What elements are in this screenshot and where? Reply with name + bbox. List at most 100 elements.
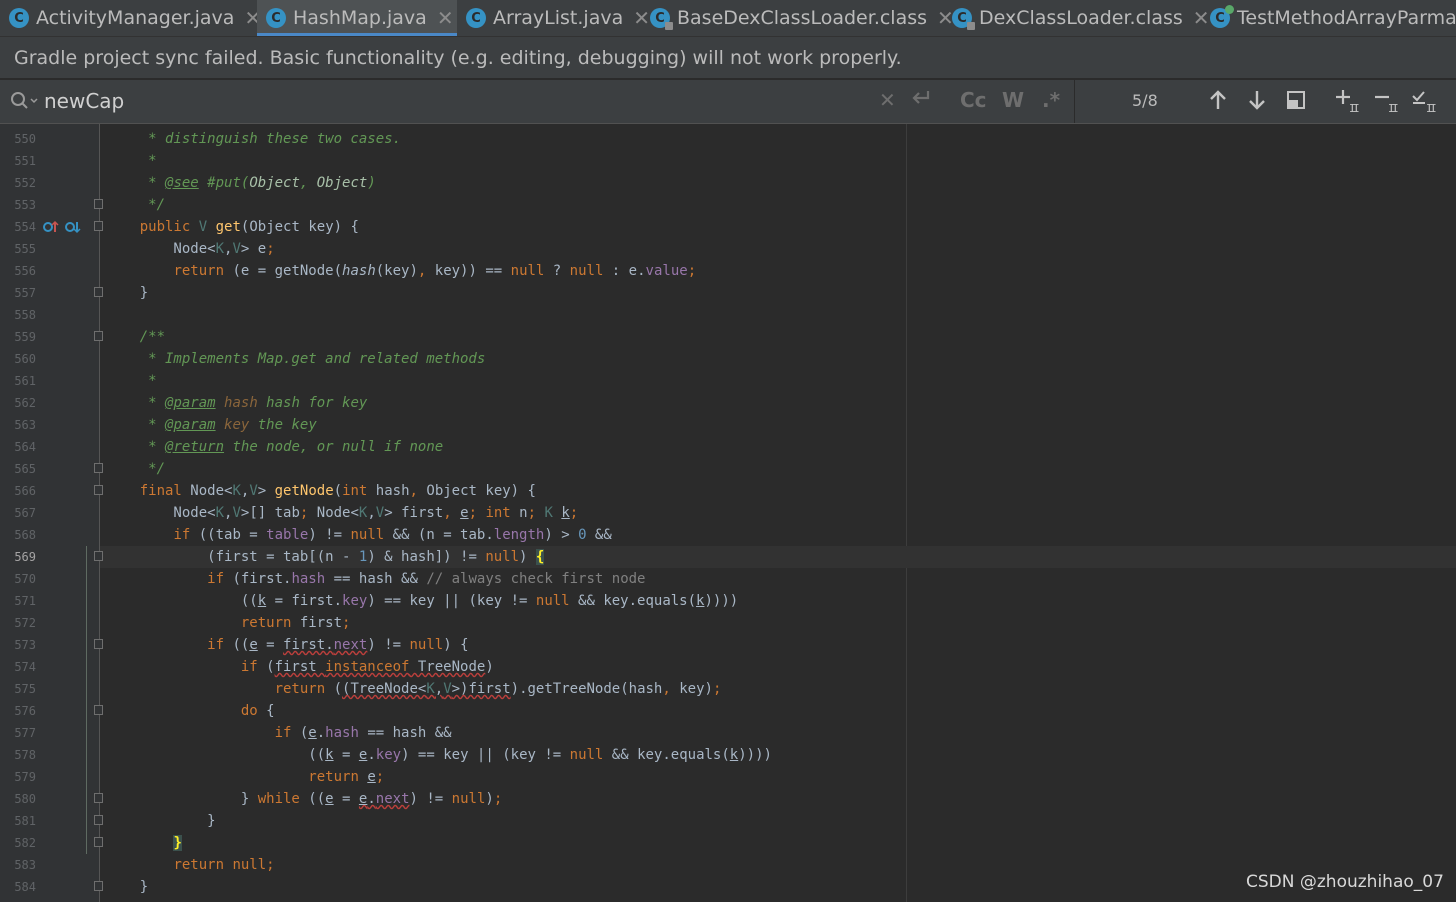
fold-marker[interactable]: [94, 221, 103, 231]
tab-activitymanager[interactable]: C ActivityManager.java ✕: [0, 0, 261, 36]
show-in-find-window-icon[interactable]: [1286, 88, 1306, 116]
code-text: Node<K,V>[] tab; Node<K,V> first, e; int…: [106, 505, 579, 521]
line-number: 560: [14, 352, 36, 366]
fold-marker[interactable]: [94, 815, 103, 825]
code-line: 555 Node<K,V> e;: [0, 238, 1456, 260]
code-line: 550 * distinguish these two cases.: [0, 128, 1456, 150]
fold-marker[interactable]: [94, 287, 103, 297]
find-bar: ✕ Cc W .* 5/8 II II II: [0, 80, 1456, 124]
code-text: if (first instanceof TreeNode): [240, 659, 494, 675]
code-text: if (first.hash == hash && // always chec…: [207, 571, 646, 587]
line-number: 568: [14, 528, 36, 542]
line-number: 577: [14, 726, 36, 740]
tab-basedexclassloader[interactable]: C BaseDexClassLoader.class ✕: [641, 0, 954, 36]
line-number: 572: [14, 616, 36, 630]
new-line-icon[interactable]: [910, 88, 932, 113]
code-text: ((k = e.key) == key || (key != null && k…: [106, 747, 772, 763]
code-line: 572 return first;: [0, 612, 1456, 634]
remove-occurrence-icon[interactable]: II: [1373, 88, 1399, 118]
fold-marker[interactable]: [94, 793, 103, 803]
line-number: 584: [14, 880, 36, 894]
fold-marker[interactable]: [94, 199, 103, 209]
code-text: }: [173, 835, 182, 851]
banner-text: Gradle project sync failed. Basic functi…: [14, 46, 902, 69]
code-line: 562 * @param hash hash for key: [0, 392, 1456, 414]
fold-marker[interactable]: [94, 331, 103, 341]
tab-dexclassloader[interactable]: C DexClassLoader.class ✕: [943, 0, 1210, 36]
code-text: } while ((e = e.next) != null);: [106, 791, 503, 807]
code-line: 556 return (e = getNode(hash(key), key))…: [0, 260, 1456, 282]
close-icon[interactable]: ✕: [437, 6, 454, 30]
line-number: 552: [14, 176, 36, 190]
tab-arraylist[interactable]: C ArrayList.java ✕: [457, 0, 650, 36]
line-number: 570: [14, 572, 36, 586]
fold-marker[interactable]: [94, 881, 103, 891]
code-line: 575 return ((TreeNode<K,V>)first).getTre…: [0, 678, 1456, 700]
overridden-method-icon[interactable]: [65, 220, 81, 234]
fold-marker[interactable]: [94, 485, 103, 495]
code-line: 561 *: [0, 370, 1456, 392]
tab-label: ArrayList.java: [493, 7, 624, 29]
code-line: 580 } while ((e = e.next) != null);: [0, 788, 1456, 810]
code-text: (first = tab[(n - 1) & hash]) != null) {: [106, 549, 545, 565]
class-icon: C: [466, 8, 486, 28]
select-all-occurrences-icon[interactable]: II: [1411, 88, 1439, 118]
code-text: return ((TreeNode<K,V>)first).getTreeNod…: [274, 681, 722, 697]
code-text: return (e = getNode(hash(key), key)) == …: [173, 263, 697, 279]
code-line: 564 * @return the node, or null if none: [0, 436, 1456, 458]
code-text: */: [106, 461, 166, 477]
tab-label: ActivityManager.java: [36, 7, 235, 29]
fold-marker[interactable]: [94, 639, 103, 649]
code-text: }: [106, 285, 149, 301]
code-text: return null;: [173, 857, 275, 873]
line-number: 573: [14, 638, 36, 652]
svg-text:I: I: [1392, 102, 1399, 114]
watermark: CSDN @zhouzhihao_07: [1246, 872, 1444, 892]
tab-testmethodarrayparma[interactable]: C TestMethodArrayParma: [1201, 0, 1456, 36]
fold-marker[interactable]: [94, 551, 103, 561]
code-text: }: [106, 813, 216, 829]
line-number: 571: [14, 594, 36, 608]
code-text: /**: [106, 329, 166, 345]
code-line: 566 final Node<K,V> getNode(int hash, Ob…: [0, 480, 1456, 502]
line-number: 551: [14, 154, 36, 168]
code-text: * @return the node, or null if none: [106, 439, 444, 455]
code-text: * distinguish these two cases.: [106, 131, 402, 147]
code-text: Node<K,V> e;: [106, 241, 275, 257]
line-number: 581: [14, 814, 36, 828]
code-line: 565 */: [0, 458, 1456, 480]
clear-icon[interactable]: ✕: [879, 88, 896, 112]
tab-hashmap[interactable]: C HashMap.java ✕: [257, 0, 457, 36]
editor-tab-bar: C ActivityManager.java ✕ C HashMap.java …: [0, 0, 1456, 37]
code-line: 567 Node<K,V>[] tab; Node<K,V> first, e;…: [0, 502, 1456, 524]
words-toggle[interactable]: W: [1002, 88, 1024, 112]
code-line: 576 do {: [0, 700, 1456, 722]
code-text: return e;: [308, 769, 385, 785]
overrides-method-icon[interactable]: [43, 220, 59, 234]
fold-marker[interactable]: [94, 463, 103, 473]
compiled-class-icon: C: [952, 8, 975, 30]
line-number: 582: [14, 836, 36, 850]
code-text: *: [106, 373, 157, 389]
fold-marker[interactable]: [94, 705, 103, 715]
regex-toggle[interactable]: .*: [1042, 88, 1060, 112]
search-input[interactable]: [44, 88, 844, 114]
code-editor[interactable]: 550 * distinguish these two cases. 551 *…: [0, 124, 1456, 902]
line-number: 557: [14, 286, 36, 300]
code-text: * @param hash hash for key: [106, 395, 368, 411]
line-number: 559: [14, 330, 36, 344]
next-occurrence-icon[interactable]: [1247, 88, 1267, 116]
code-line-current: 569 (first = tab[(n - 1) & hash]) != nul…: [0, 546, 1456, 568]
line-number: 567: [14, 506, 36, 520]
svg-text:I: I: [1353, 102, 1360, 114]
code-text: */: [106, 197, 166, 213]
line-number: 558: [14, 308, 36, 322]
line-number: 566: [14, 484, 36, 498]
line-number: 574: [14, 660, 36, 674]
search-history-icon[interactable]: [10, 91, 38, 115]
match-case-toggle[interactable]: Cc: [960, 88, 987, 112]
fold-marker[interactable]: [94, 837, 103, 847]
add-occurrence-icon[interactable]: II: [1334, 88, 1360, 118]
code-line: 581 }: [0, 810, 1456, 832]
previous-occurrence-icon[interactable]: [1208, 88, 1228, 116]
